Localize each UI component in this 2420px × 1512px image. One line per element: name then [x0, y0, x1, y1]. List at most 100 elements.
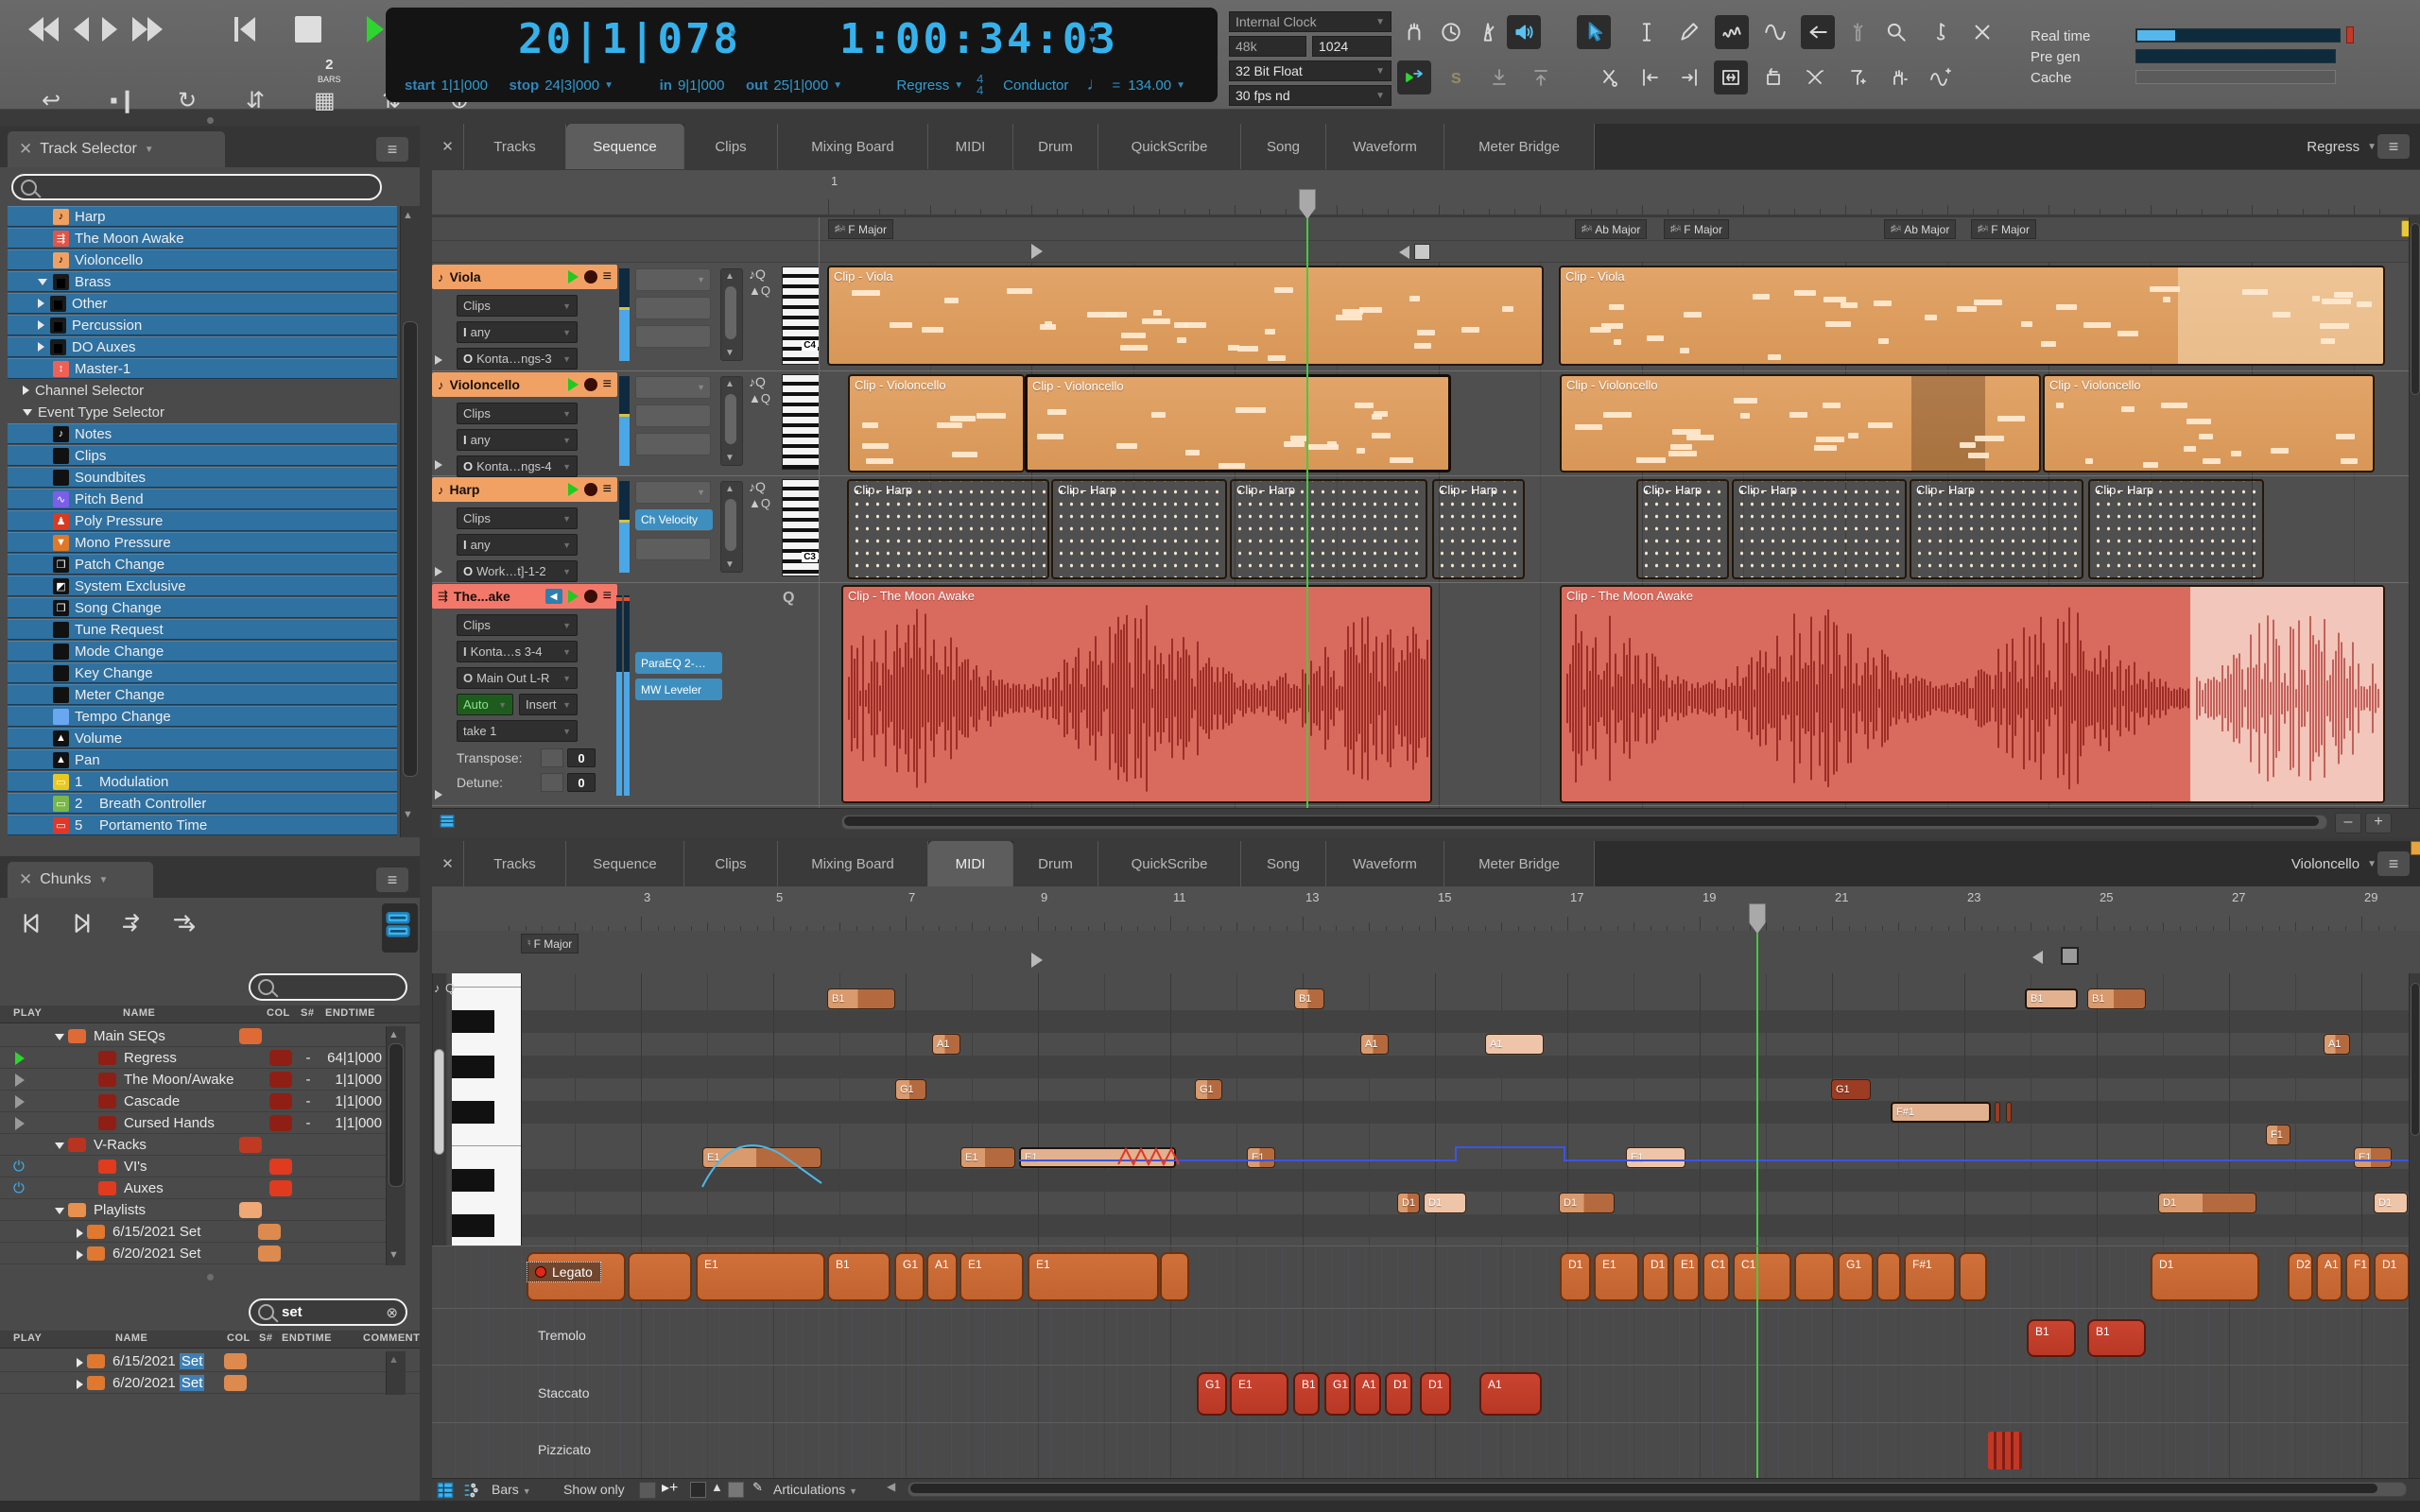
transport-left[interactable] — [43, 17, 59, 42]
disclosure-open-icon[interactable] — [55, 1208, 64, 1214]
tab-meter-bridge[interactable]: Meter Bridge — [1444, 841, 1595, 886]
mini-piano-strip[interactable]: C3 — [782, 479, 820, 576]
key-signature-chip[interactable]: ♯♭♮ Ab Major — [1884, 219, 1957, 239]
play-button[interactable] — [367, 16, 384, 43]
chunks-splitter-dot[interactable] — [207, 1274, 214, 1280]
slip-tool-icon[interactable]: S — [1440, 60, 1474, 94]
sidebar-item-pan[interactable]: ▲ Pan — [8, 749, 397, 770]
track-row-clips[interactable]: Clips ▼ — [457, 507, 578, 529]
time-format-select[interactable]: Bars ▼ — [492, 1482, 531, 1497]
tab-waveform[interactable]: Waveform — [1326, 841, 1444, 886]
sidebar-item-pitch-bend[interactable]: ∿ Pitch Bend — [8, 489, 397, 509]
pencil-tool-icon[interactable] — [1672, 15, 1706, 49]
tab-drum[interactable]: Drum — [1013, 841, 1098, 886]
articulation-block-B1[interactable]: B1 — [1293, 1372, 1320, 1416]
tab-tracks[interactable]: Tracks — [464, 124, 566, 169]
sidebar-item-tune-request[interactable]: Tune Request — [8, 619, 397, 640]
midi-note-E1[interactable]: E1 — [1247, 1147, 1275, 1168]
sequence-playhead[interactable] — [1306, 217, 1308, 808]
chunks-skip-fwd-icon[interactable] — [68, 909, 96, 942]
color-chip[interactable] — [269, 1180, 292, 1196]
chunk-row-6-15-2021-[interactable]: 6/15/2021 Set — [0, 1351, 420, 1372]
midi-note-G1[interactable]: G1 — [895, 1079, 926, 1100]
midi-note-F1[interactable]: F1 — [2266, 1125, 2290, 1145]
track-menu-icon[interactable]: ≡ — [603, 481, 612, 498]
key-signature-chip[interactable]: ♯♭♮ F Major — [828, 219, 893, 239]
track-row-work-t-1-2[interactable]: O Work…t]-1-2 ▼ — [457, 560, 578, 582]
stop-value[interactable]: 24|3|000 — [544, 77, 599, 94]
filter-checkbox[interactable] — [639, 1482, 656, 1499]
transport-left[interactable] — [28, 17, 43, 42]
track-menu-icon[interactable]: ≡ — [603, 588, 612, 605]
clip-harp[interactable]: Clip - Harp — [847, 479, 1049, 579]
sidebar-item-modulation[interactable]: ▭ 1 Modulation — [8, 771, 397, 792]
track-row-main-out-l-r[interactable]: O Main Out L-R ▼ — [457, 667, 578, 689]
spread-icon[interactable] — [1798, 60, 1832, 94]
tab-midi[interactable]: MIDI — [928, 841, 1013, 886]
sidebar-item-violoncello[interactable]: ♪ Violoncello — [8, 249, 397, 270]
midi-note-E1[interactable]: E1 — [1626, 1147, 1685, 1168]
articulation-block[interactable] — [1959, 1252, 1987, 1301]
sidebar-item-portamento-time[interactable]: ▭ 5 Portamento Time — [8, 815, 397, 835]
sidebar-item-volume[interactable]: ▲ Volume — [8, 728, 397, 748]
clip-harp[interactable]: Clip - Harp — [1910, 479, 2083, 579]
disclosure-open-icon[interactable] — [38, 278, 47, 285]
disclosure-closed-icon[interactable] — [38, 299, 44, 308]
key-signature-chip[interactable]: ♯♭♮ F Major — [1971, 219, 2036, 239]
disclosure-closed-icon[interactable] — [77, 1379, 83, 1389]
widget-slot[interactable] — [635, 325, 711, 348]
out-value[interactable]: 25|1|000 — [773, 77, 828, 94]
midi-note-D1[interactable]: D1 — [2158, 1193, 2256, 1213]
piano-key-Fs1[interactable] — [452, 1101, 495, 1124]
track-row-konta-s-3-4[interactable]: I Konta…s 3-4 ▼ — [457, 641, 578, 662]
tab-sequence[interactable]: Sequence — [566, 124, 684, 169]
midi-note-G1[interactable]: G1 — [1831, 1079, 1871, 1100]
articulation-block[interactable] — [1794, 1252, 1835, 1301]
chunk-row-cascade[interactable]: Cascade - 1|1|000 — [0, 1091, 386, 1112]
clip-harp[interactable]: Clip - Harp — [2088, 479, 2264, 579]
sidebar-item-tempo-change[interactable]: Tempo Change — [8, 706, 397, 727]
disclosure-closed-icon[interactable] — [77, 1228, 83, 1238]
move-box-icon[interactable] — [1756, 60, 1790, 94]
velocity-funnel-icon[interactable] — [1840, 60, 1874, 94]
sine-add-icon[interactable] — [1923, 60, 1957, 94]
clip-the-moon-awake[interactable]: Clip - The Moon Awake — [841, 585, 1432, 803]
tab-drum[interactable]: Drum — [1013, 124, 1098, 169]
articulation-block-B1[interactable]: B1 — [827, 1252, 890, 1301]
track-expand-icon[interactable] — [435, 790, 442, 799]
plugin-chip-1[interactable]: ParaEQ 2-… — [635, 652, 722, 674]
transport-right[interactable] — [147, 17, 163, 42]
velocity-filter-icon[interactable]: ▲ — [711, 1480, 723, 1494]
color-chip[interactable] — [269, 1159, 292, 1175]
insert-cursor-icon[interactable]: ▸+ — [662, 1478, 678, 1497]
detune-value[interactable]: 0 — [567, 773, 596, 792]
track-selector-tab[interactable]: ✕ Track Selector ▼ — [8, 131, 225, 167]
chunk-play-button[interactable] — [15, 1094, 25, 1108]
spray-tool-icon[interactable] — [1841, 15, 1875, 49]
track-header-harp[interactable]: ♪ Harp ≡ — [432, 477, 617, 502]
widget-slot[interactable]: ▼ — [635, 376, 711, 399]
chunks-scroll-thumb[interactable] — [389, 1043, 404, 1187]
midi-marker-left-icon[interactable] — [2032, 951, 2043, 964]
track-row-konta-ngs-3[interactable]: O Konta…ngs-3 ▼ — [457, 348, 578, 369]
sidebar-item-brass[interactable]: ▆ Brass — [8, 271, 397, 292]
scroll-thumb[interactable] — [725, 394, 736, 444]
midi-note-A1[interactable]: A1 — [932, 1034, 960, 1055]
midi-note-D1[interactable]: D1 — [2374, 1193, 2408, 1213]
start-value[interactable]: 1|1|000 — [441, 77, 489, 94]
sequence-hscroll-thumb[interactable] — [844, 816, 2319, 826]
tab-midi[interactable]: MIDI — [928, 124, 1013, 169]
articulations-select[interactable]: Articulations ▼ — [773, 1482, 857, 1497]
trim-right-icon[interactable] — [1673, 60, 1707, 94]
midi-marker-square-icon[interactable] — [2061, 947, 2079, 965]
chunk-row-regress[interactable]: Regress -64|1|000 — [0, 1048, 386, 1069]
lane-label-staccato[interactable]: Staccato — [538, 1385, 589, 1400]
color-chip[interactable] — [258, 1224, 281, 1240]
scroll-down-icon[interactable]: ▼ — [725, 559, 735, 570]
articulation-map-area[interactable]: E1 B1 G1 A1 E1 E1 D1 E1 D1 E1 C1 C1 G1 F#1 D1 D2 A1 F1 D1 B… — [432, 1246, 2409, 1479]
articulation-block-F1[interactable]: F1 — [2345, 1252, 2371, 1301]
tab-clips[interactable]: Clips — [684, 124, 778, 169]
chunk-row-main-seqs[interactable]: Main SEQs — [0, 1026, 386, 1047]
articulation-block-D1[interactable]: D1 — [1560, 1252, 1591, 1301]
chunks-shuffle-icon[interactable] — [170, 909, 199, 942]
